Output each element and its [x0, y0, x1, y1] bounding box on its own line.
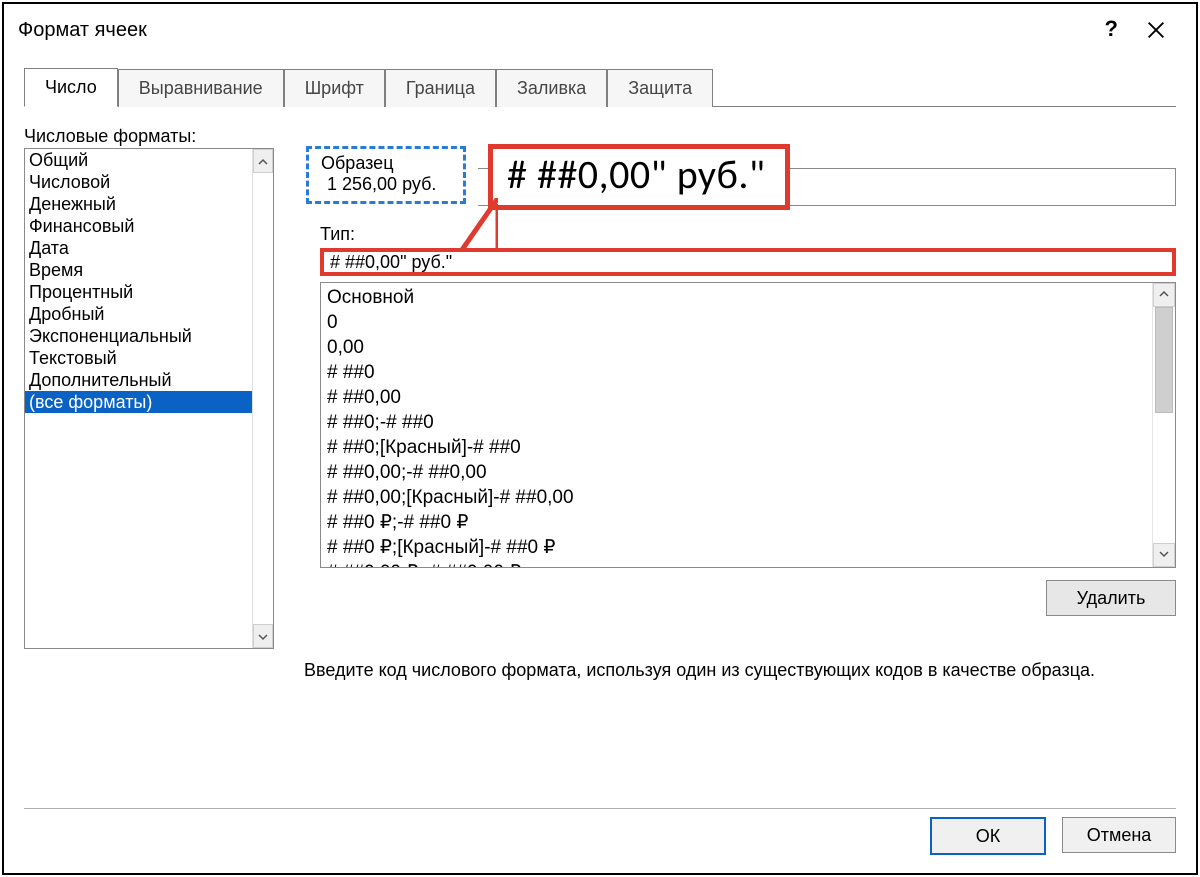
- ok-button[interactable]: ОК: [930, 817, 1046, 855]
- sample-callout-blue-dashed: Образец 1 256,00 руб.: [306, 146, 466, 204]
- titlebar: Формат ячеек ?: [4, 4, 1196, 56]
- format-item[interactable]: # ##0: [327, 360, 1147, 385]
- format-item[interactable]: # ##0,00;[Красный]-# ##0,00: [327, 485, 1147, 510]
- category-item[interactable]: Финансовый: [25, 215, 253, 237]
- tab-protection[interactable]: Защита: [607, 69, 713, 107]
- format-item[interactable]: # ##0;[Красный]-# ##0: [327, 435, 1147, 460]
- category-item[interactable]: Экспоненциальный: [25, 325, 253, 347]
- delete-button[interactable]: Удалить: [1046, 580, 1176, 616]
- type-input[interactable]: # ##0,00" руб.": [320, 248, 1176, 276]
- chevron-up-icon: [1159, 286, 1169, 304]
- category-item[interactable]: Денежный: [25, 193, 253, 215]
- instruction-text: Введите код числового формата, используя…: [304, 660, 1176, 681]
- format-item[interactable]: # ##0,00: [327, 385, 1147, 410]
- tab-alignment[interactable]: Выравнивание: [118, 69, 284, 107]
- type-label: Тип:: [320, 224, 355, 245]
- cancel-button[interactable]: Отмена: [1062, 817, 1176, 853]
- scroll-up-button[interactable]: [1153, 283, 1175, 307]
- sample-value: 1 256,00 руб.: [321, 174, 451, 195]
- tab-strip: Число Выравнивание Шрифт Граница Заливка…: [24, 68, 1176, 107]
- chevron-up-icon: [258, 151, 268, 172]
- category-scrollbar[interactable]: [252, 149, 273, 648]
- chevron-down-icon: [258, 626, 268, 647]
- close-icon: [1145, 19, 1167, 46]
- sample-label: Образец: [321, 153, 451, 174]
- category-item[interactable]: Время: [25, 259, 253, 281]
- category-item-selected[interactable]: (все форматы): [25, 391, 253, 413]
- help-button[interactable]: ?: [1105, 16, 1118, 42]
- tab-number[interactable]: Число: [24, 68, 118, 107]
- format-cells-dialog: Формат ячеек ? Число Выравнивание Шрифт …: [2, 2, 1198, 875]
- category-listbox[interactable]: Общий Числовой Денежный Финансовый Дата …: [24, 148, 274, 649]
- scroll-thumb[interactable]: [1155, 307, 1173, 413]
- chevron-down-icon: [1159, 546, 1169, 564]
- close-button[interactable]: [1136, 12, 1176, 52]
- format-item[interactable]: # ##0 ₽;-# ##0 ₽: [327, 510, 1147, 535]
- right-pane: Образец 1 256,00 руб. # ##0,00" руб." Ти…: [304, 120, 1176, 803]
- category-item[interactable]: Дробный: [25, 303, 253, 325]
- category-item[interactable]: Дата: [25, 237, 253, 259]
- scroll-track[interactable]: [253, 173, 273, 624]
- scroll-track[interactable]: [1153, 413, 1175, 543]
- format-scrollbar[interactable]: [1152, 283, 1175, 567]
- window-title: Формат ячеек: [18, 19, 147, 42]
- scroll-up-button[interactable]: [253, 149, 273, 173]
- category-item[interactable]: Общий: [25, 149, 253, 171]
- format-callout-red: # ##0,00" руб.": [488, 144, 790, 210]
- tab-fill[interactable]: Заливка: [496, 69, 607, 107]
- format-item[interactable]: # ##0;-# ##0: [327, 410, 1147, 435]
- format-item[interactable]: 0: [327, 310, 1147, 335]
- scroll-down-button[interactable]: [1153, 543, 1175, 567]
- category-list-container: Общий Числовой Денежный Финансовый Дата …: [24, 148, 274, 649]
- format-listbox[interactable]: Основной 0 0,00 # ##0 # ##0,00 # ##0;-# …: [320, 282, 1176, 568]
- category-item[interactable]: Текстовый: [25, 347, 253, 369]
- tab-font[interactable]: Шрифт: [284, 69, 385, 107]
- format-item[interactable]: 0,00: [327, 335, 1147, 360]
- body-area: Числовые форматы: Общий Числовой Денежны…: [24, 120, 1176, 803]
- scroll-down-button[interactable]: [253, 624, 273, 648]
- dialog-footer: ОК Отмена: [930, 817, 1176, 855]
- tab-border[interactable]: Граница: [385, 69, 496, 107]
- type-input-value: # ##0,00" руб.": [324, 252, 1172, 272]
- category-item[interactable]: Процентный: [25, 281, 253, 303]
- category-item[interactable]: Дополнительный: [25, 369, 253, 391]
- format-item[interactable]: Основной: [327, 285, 1147, 310]
- format-item[interactable]: # ##0,00;-# ##0,00: [327, 460, 1147, 485]
- format-item[interactable]: # ##0,00 ₽;-# ##0,00 ₽: [327, 560, 1147, 568]
- category-item[interactable]: Числовой: [25, 171, 253, 193]
- footer-separator: [24, 808, 1176, 809]
- format-item[interactable]: # ##0 ₽;[Красный]-# ##0 ₽: [327, 535, 1147, 560]
